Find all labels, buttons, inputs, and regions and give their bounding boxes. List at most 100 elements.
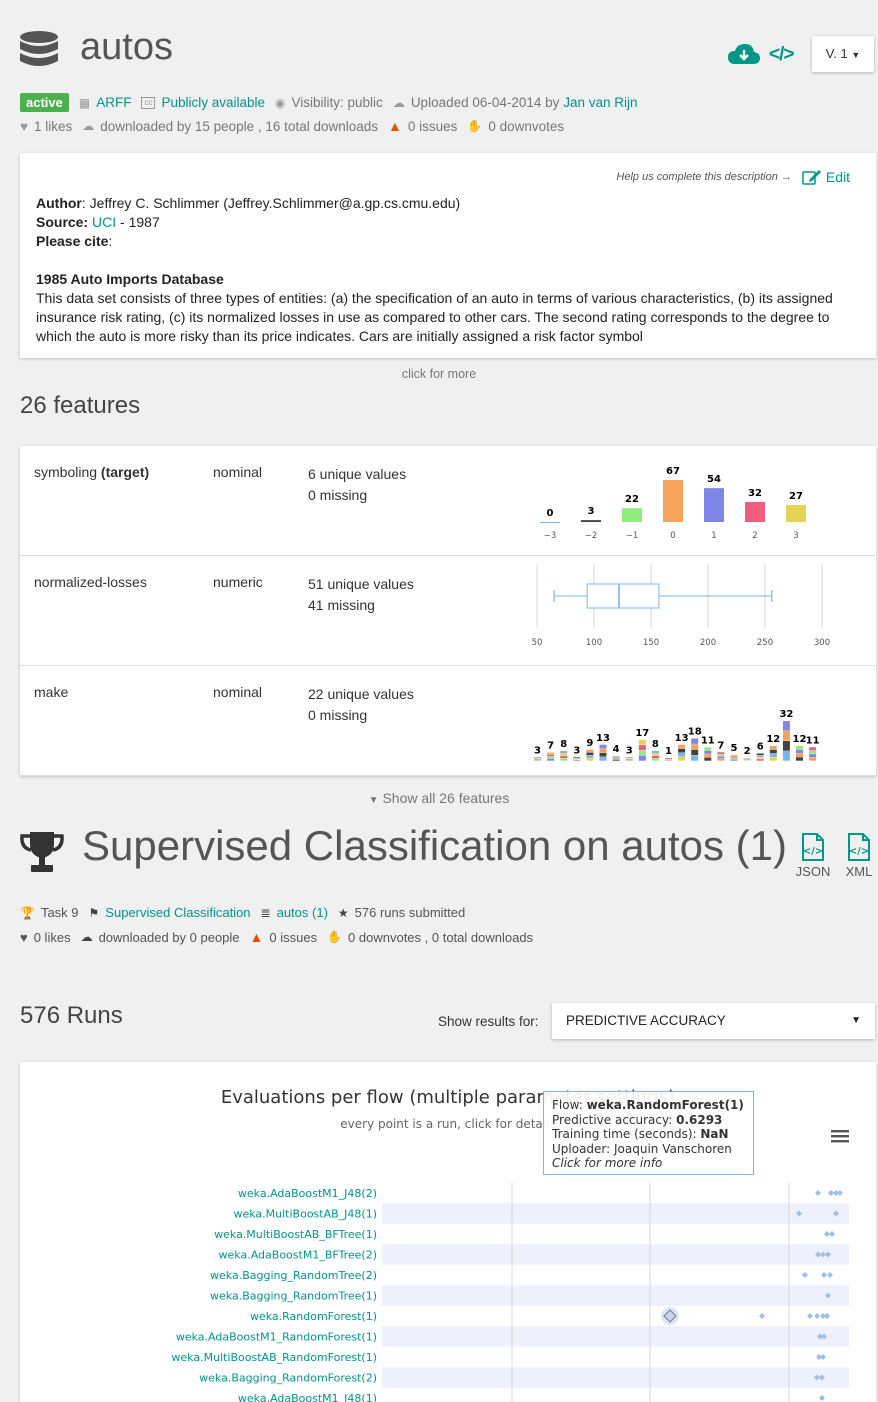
download-cloud-icon[interactable]	[727, 42, 761, 66]
symboling-bar-chart: 0−33−222−1670541322273	[510, 446, 850, 556]
bar-segment	[704, 758, 711, 761]
bar-segment	[717, 757, 724, 759]
feature-row-symboling[interactable]: symboling (target) nominal 6 unique valu…	[20, 446, 876, 556]
results-select[interactable]: PREDICTIVE ACCURACY▼	[552, 1003, 875, 1039]
bar-value-label: 6	[757, 742, 764, 753]
bar-segment	[783, 741, 790, 751]
bar	[704, 488, 724, 522]
bar-segment	[704, 754, 711, 757]
bar-value-label: 4	[613, 744, 620, 755]
source-line: Source: UCI - 1987	[36, 213, 862, 232]
features-card: symboling (target) nominal 6 unique valu…	[20, 446, 876, 776]
trophy-icon	[18, 830, 66, 874]
bar-segment	[534, 759, 541, 760]
click-for-more-link[interactable]: click for more	[0, 367, 878, 381]
edit-icon	[802, 169, 822, 185]
bar-value-label: 13	[596, 733, 610, 744]
task-title: Supervised Classification on autos (1)	[82, 822, 787, 870]
edit-button[interactable]: Edit	[802, 169, 850, 185]
run-point	[815, 1190, 821, 1196]
task-downloads: downloaded by 0 people	[99, 930, 240, 945]
feature-row-normalized-losses[interactable]: normalized-losses numeric 51 unique valu…	[20, 556, 876, 666]
dataset-meta-line-2: ♥ 1 likes ☁ downloaded by 15 people , 16…	[20, 118, 564, 134]
cite-colon: :	[108, 233, 112, 249]
description-body: Author: Jeffrey C. Schlimmer (Jeffrey.Sc…	[36, 194, 862, 346]
uploader-link[interactable]: Jan van Rijn	[563, 95, 637, 110]
x-tick-label: 250	[757, 638, 773, 648]
bar-segment	[809, 751, 816, 754]
version-dropdown[interactable]: V. 1 ▼	[812, 36, 874, 72]
description-paragraph: This data set consists of three types of…	[36, 289, 862, 346]
task-likes: 0 likes	[34, 930, 71, 945]
bar	[786, 505, 806, 522]
flow-label: weka.MultiBoostAB_BFTree(1)	[214, 1228, 377, 1241]
bar-value-label: 11	[701, 735, 715, 746]
task-downvotes: 0 downvotes , 0 total downloads	[348, 930, 533, 945]
cite-label: Please cite	[36, 233, 108, 249]
bar-segment	[731, 756, 738, 757]
thumbs-down-icon: ✋	[327, 930, 342, 944]
bar-segment	[783, 751, 790, 761]
code-icon[interactable]: </>	[769, 44, 793, 66]
bar-value-label: 3	[573, 745, 580, 756]
x-tick-label: 300	[814, 638, 830, 648]
bar-segment	[691, 744, 698, 749]
bar-segment	[573, 758, 580, 759]
format-link[interactable]: ARFF	[96, 95, 131, 110]
bar-value-label: 12	[766, 734, 780, 745]
version-label: V. 1	[826, 46, 848, 61]
bar-segment	[600, 749, 607, 753]
star-icon: ★	[338, 906, 349, 920]
bar-segment	[639, 745, 646, 750]
bar-segment	[586, 753, 593, 756]
feature-type: nominal	[213, 684, 262, 700]
tooltip-more[interactable]: Click for more info	[552, 1156, 745, 1171]
task-meta-line-1: 🏆 Task 9 ⚑ Supervised Classification ≣ a…	[20, 905, 465, 920]
flow-label: weka.Bagging_RandomTree(2)	[210, 1269, 377, 1282]
bar-segment	[678, 757, 685, 761]
bar-segment	[600, 757, 607, 761]
xml-button[interactable]: </> XML	[841, 833, 877, 879]
bar-segment	[626, 758, 633, 759]
run-point	[802, 1272, 808, 1278]
make-bar-chart: 3783913431781131811752612321211	[510, 666, 850, 776]
json-file-icon: </>	[800, 833, 826, 861]
runs-heading: 576 Runs	[20, 1002, 123, 1030]
show-all-features-link[interactable]: ▼ Show all 26 features	[0, 790, 878, 806]
bar-segment	[809, 754, 816, 757]
bar-segment	[652, 756, 659, 758]
bar-segment	[809, 758, 816, 761]
dataset-header: autos </> V. 1 ▼	[0, 8, 878, 78]
bar-segment	[560, 759, 567, 761]
json-button[interactable]: </> JSON	[793, 833, 833, 879]
source-label: Source	[36, 214, 83, 230]
dataset-link[interactable]: autos (1)	[277, 905, 328, 920]
json-label: JSON	[793, 864, 833, 879]
x-tick-label: 200	[700, 638, 716, 648]
run-point	[829, 1231, 835, 1237]
bar-value-label: 3	[534, 745, 541, 756]
bar-segment	[652, 759, 659, 761]
feature-name: normalized-losses	[34, 574, 147, 590]
task-id: Task 9	[41, 905, 79, 920]
trophy-small-icon: 🏆	[20, 906, 35, 920]
source-link[interactable]: UCI	[92, 214, 116, 230]
bar-segment	[731, 758, 738, 759]
bar-value-label: 9	[586, 738, 593, 749]
bar-value-label: 2	[744, 746, 751, 757]
flow-label: weka.RandomForest(1)	[250, 1310, 377, 1323]
tooltip-time-value: NaN	[700, 1127, 728, 1141]
unique-values: 6 unique values	[308, 464, 406, 485]
tooltip-time-label: Training time (seconds):	[552, 1127, 700, 1141]
bar-value-label: 18	[688, 727, 702, 738]
run-point	[820, 1354, 826, 1360]
bar-segment	[717, 759, 724, 761]
bar-segment	[717, 752, 724, 754]
task-type-link[interactable]: Supervised Classification	[105, 905, 250, 920]
bar-segment	[560, 751, 567, 753]
license-link[interactable]: Publicly available	[161, 95, 265, 110]
xml-file-icon: </>	[846, 833, 872, 861]
results-select-value: PREDICTIVE ACCURACY	[566, 1013, 726, 1028]
author-value: : Jeffrey C. Schlimmer (Jeffrey.Schlimme…	[82, 195, 460, 211]
feature-row-make[interactable]: make nominal 22 unique values 0 missing …	[20, 666, 876, 776]
